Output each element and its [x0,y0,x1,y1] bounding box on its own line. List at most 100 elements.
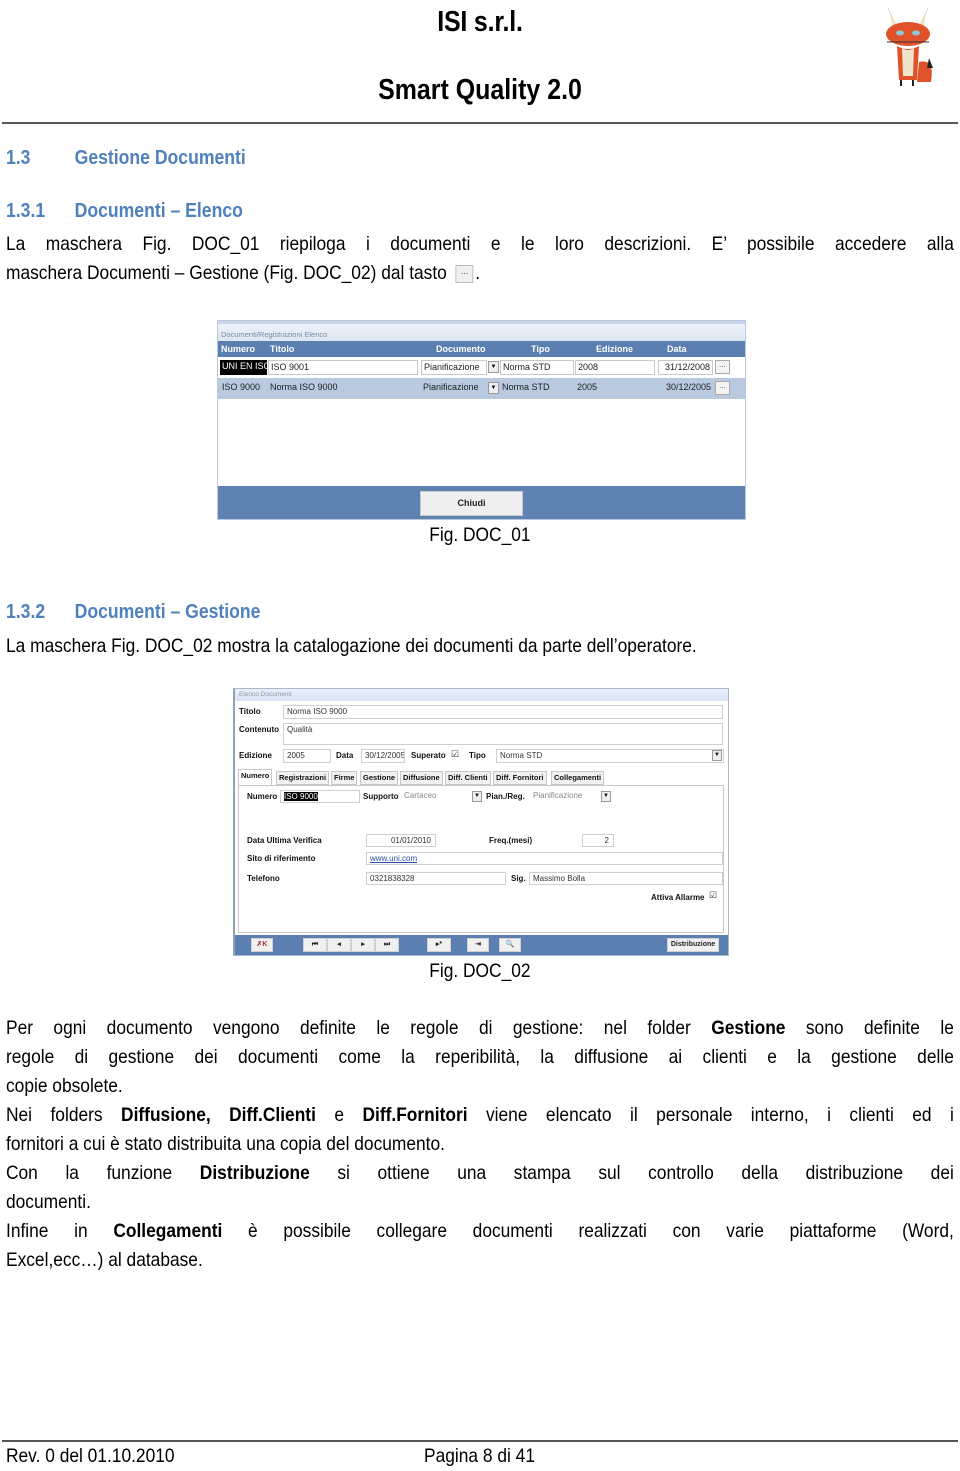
footer-rule [2,1440,958,1442]
subsection-2-paragraph: La maschera Fig. DOC_02 mostra la catalo… [6,635,697,657]
sito-link[interactable]: www.uni.com [370,854,417,863]
dropdown-arrow-icon[interactable]: ▼ [712,750,722,761]
paragraph-line: Infine in Collegamenti è possibile colle… [6,1220,954,1242]
sito-label: Sito di riferimento [247,854,316,863]
fig-doc01-screenshot: Documenti/Registrazioni Elenco Numero Ti… [217,320,746,520]
documento-cell[interactable]: Pianificazione [421,360,487,375]
tipo-cell[interactable]: Norma STD [500,381,574,396]
titolo-cell[interactable]: ISO 9001 [268,360,418,375]
binoculars-search-icon[interactable]: 🔍 [499,938,521,952]
prev-record-button[interactable]: ◂ [327,938,351,952]
allarme-checkbox[interactable]: ☑ [709,890,717,901]
last-record-button[interactable]: ⏭ [375,938,399,952]
tab-gestione[interactable]: Gestione [360,771,399,785]
tab-diff-clienti[interactable]: Diff. Clienti [445,771,491,785]
edizione-cell[interactable]: 2005 [575,381,655,396]
company-name: ISI s.r.l. [437,6,523,38]
new-record-button[interactable]: ▸* [427,938,451,952]
column-header: Titolo [270,344,295,354]
window-title: Elenco Documenti [235,689,728,701]
paragraph-line: documenti. [6,1191,91,1213]
column-header: Data [667,344,687,354]
sig-field[interactable]: Massimo Bolla [529,872,723,885]
page-number: Pagina 8 di 41 [424,1445,535,1467]
numero-field[interactable]: ISO 9000 [280,790,360,803]
supporto-select[interactable]: Cartaceo [401,790,481,803]
paragraph-line: Nei folders Diffusione, Diff.Clienti e D… [6,1104,954,1126]
column-header: Documento [436,344,486,354]
sito-field[interactable]: www.uni.com [366,852,723,865]
subsection-2-number: 1.3.2 [6,601,46,623]
tipo-label: Tipo [469,751,486,760]
header-rule [2,122,958,124]
dropdown-arrow-icon[interactable]: ▼ [601,791,611,802]
superato-checkbox[interactable]: ☑ [451,749,459,760]
open-detail-button[interactable]: ... [715,381,730,395]
documento-cell[interactable]: Pianificazione [421,381,487,396]
distribuzione-button[interactable]: Distribuzione [667,938,719,952]
dropdown-arrow-icon[interactable]: ▼ [488,361,499,373]
ellipsis-button-icon: ... [455,264,474,283]
data-verifica-field[interactable]: 01/01/2010 [366,834,436,847]
data-field[interactable]: 30/12/2005 [361,749,405,763]
numero-cell[interactable]: UNI EN ISO [220,360,267,375]
allarme-label: Attiva Allarme [651,893,705,902]
dropdown-arrow-icon[interactable]: ▼ [488,382,499,394]
superato-label: Superato [411,751,446,760]
subsection-2-heading: 1.3.2 Documenti – Gestione [6,601,260,624]
edizione-cell[interactable]: 2008 [575,360,655,375]
tab-diff-fornitori[interactable]: Diff. Fornitori [493,771,547,785]
section-number: 1.3 [6,147,31,169]
tab-collegamenti[interactable]: Collegamenti [551,771,605,785]
product-name: Smart Quality 2.0 [378,74,582,106]
window-title: Documenti/Registrazioni Elenco [218,321,745,341]
fig-doc02-screenshot: Elenco Documenti Titolo Norma ISO 9000 C… [233,688,729,956]
pianreg-label: Pian./Reg. [486,792,525,801]
contenuto-field[interactable]: Qualità [283,723,723,745]
exit-icon[interactable]: ⇥ [467,938,489,952]
telefono-label: Telefono [247,874,280,883]
titolo-cell[interactable]: Norma ISO 9000 [268,381,418,396]
body-text: Per ogni documento vengono definite le r… [6,1014,954,1275]
paragraph-line: maschera Documenti – Gestione (Fig. DOC_… [6,262,481,284]
freq-field[interactable]: 2 [582,834,614,847]
tab-numero[interactable]: Numero [238,769,273,786]
column-header: Edizione [596,344,634,354]
subsection-1-heading: 1.3.1 Documenti – Elenco [6,200,243,223]
subsection-1-title: Documenti – Elenco [74,200,243,222]
titolo-field[interactable]: Norma ISO 9000 [283,705,723,719]
numero-cell[interactable]: ISO 9000 [220,381,267,396]
edizione-field[interactable]: 2005 [283,749,331,763]
data-cell[interactable]: 30/12/2005 [658,381,713,396]
paragraph-line: copie obsolete. [6,1075,123,1097]
paragraph-line: Con la funzione Distribuzione si ottiene… [6,1162,954,1184]
tab-panel-numero: Numero ISO 9000 Supporto Cartaceo ▼ Pian… [238,785,724,933]
revision-text: Rev. 0 del 01.10.2010 [6,1445,175,1467]
figure-caption: Fig. DOC_01 [429,524,531,546]
fox-logo-icon [886,6,933,86]
table-header: Numero Titolo Documento Tipo Edizione Da… [218,341,745,357]
table-row[interactable]: UNI EN ISO ISO 9001 Pianificazione ▼ Nor… [218,357,745,378]
paragraph-line: fornitori a cui è stato distribuita una … [6,1133,445,1155]
delete-record-button[interactable]: ✗K [251,938,273,952]
tab-diffusione[interactable]: Diffusione [400,771,443,785]
pianreg-select[interactable]: Pianificazione [530,790,610,803]
subsection-1-paragraph: La maschera Fig. DOC_01 riepiloga i docu… [6,230,954,288]
first-record-button[interactable]: ⏮ [303,938,327,952]
section-title: Gestione Documenti [74,147,246,169]
dropdown-arrow-icon[interactable]: ▼ [472,791,482,802]
subsection-1-number: 1.3.1 [6,200,46,222]
tipo-select[interactable]: Norma STD [496,749,724,763]
tab-registrazioni[interactable]: Registrazioni [276,771,330,785]
edizione-label: Edizione [239,751,272,760]
data-cell[interactable]: 31/12/2008 [658,360,713,375]
next-record-button[interactable]: ▸ [351,938,375,952]
numero-label: Numero [247,792,278,801]
telefono-field[interactable]: 0321838328 [366,872,506,885]
open-detail-button[interactable]: ... [715,360,730,374]
tab-firme[interactable]: Firme [331,771,358,785]
table-row[interactable]: ISO 9000 Norma ISO 9000 Pianificazione ▼… [218,378,745,399]
tipo-cell[interactable]: Norma STD [500,360,574,375]
close-button[interactable]: Chiudi [420,491,523,516]
data-label: Data [336,751,354,760]
